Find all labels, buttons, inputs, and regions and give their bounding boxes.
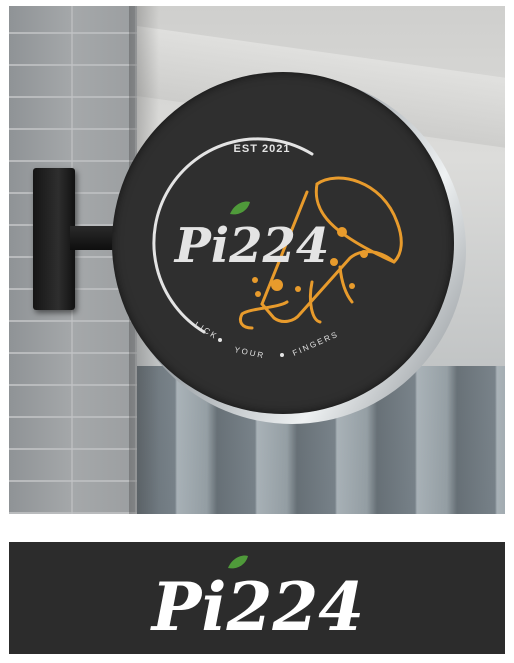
established-text: EST 2021 (234, 143, 291, 155)
tagline-dot (218, 338, 222, 342)
sign-logo: EST 2021 Pi224 LICK YOUR FINGERS (152, 137, 403, 360)
leaf-icon (228, 555, 248, 569)
wall-bracket (33, 168, 75, 310)
leaf-icon (230, 201, 250, 215)
panel-brand-name: Pi224 (150, 568, 364, 646)
tagline-dot (280, 353, 284, 357)
panel-logo: Pi224 (150, 555, 364, 646)
tagline-word-2: YOUR (234, 345, 266, 360)
tagline-word-1: LICK (193, 320, 220, 341)
brand-name: Pi224 (173, 218, 330, 274)
tagline-word-3: FINGERS (291, 329, 340, 357)
